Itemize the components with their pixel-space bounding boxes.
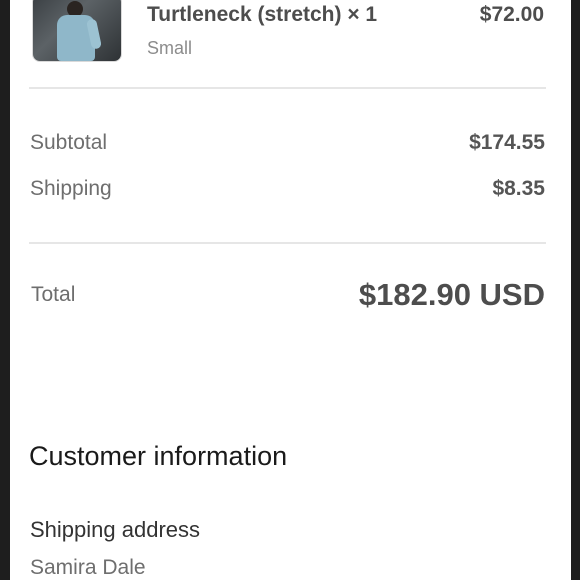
order-summary-page: Turtleneck (stretch) × 1 Small $72.00 Su… bbox=[10, 0, 571, 580]
shipping-address-name: Samira Dale bbox=[30, 556, 146, 579]
product-price: $72.00 bbox=[479, 3, 544, 26]
shipping-address-heading: Shipping address bbox=[30, 517, 201, 542]
product-variant: Small bbox=[147, 38, 193, 58]
divider-items bbox=[29, 87, 546, 89]
customer-information-title: Customer information bbox=[29, 441, 288, 471]
product-thumbnail[interactable] bbox=[32, 0, 122, 62]
screen-frame-left bbox=[0, 0, 10, 580]
total-label: Total bbox=[31, 283, 76, 306]
subtotal-label: Subtotal bbox=[30, 131, 108, 154]
total-value: $182.90 USD bbox=[358, 277, 545, 312]
subtotal-value: $174.55 bbox=[469, 131, 545, 154]
shipping-value: $8.35 bbox=[492, 177, 545, 200]
product-name: Turtleneck (stretch) × 1 bbox=[147, 3, 378, 26]
shipping-label: Shipping bbox=[30, 177, 112, 200]
screen-frame-right bbox=[571, 0, 580, 580]
divider-summary bbox=[29, 242, 546, 244]
